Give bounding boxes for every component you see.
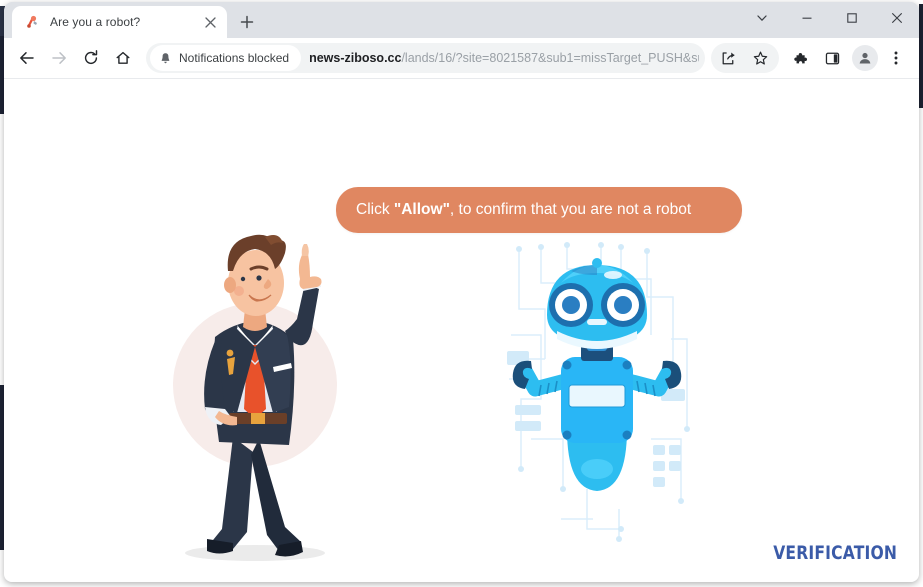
verification-wordmark: VERIFICATION [773,542,897,564]
share-icon[interactable] [713,43,743,73]
close-icon[interactable] [201,13,219,31]
back-icon[interactable] [12,43,42,73]
website-favicon [24,14,40,30]
maximize-icon[interactable] [829,2,874,34]
speech-bubble-body: Click "Allow", to confirm that you are n… [336,187,742,234]
share-bookmark-group [711,43,779,73]
extensions-puzzle-icon[interactable] [785,43,815,73]
notifications-blocked-label: Notifications blocked [179,51,290,65]
tab-search-chevron-down-icon[interactable] [739,2,784,34]
browser-tab[interactable]: Are you a robot? [12,6,227,38]
browser-toolbar: Notifications blocked news-ziboso.cc/lan… [4,38,919,79]
url-host: news-ziboso.cc [309,51,402,65]
bubble-text-prefix: Click [356,201,394,218]
minimize-icon[interactable] [784,2,829,34]
bubble-text-suffix: , to confirm that you are not a robot [449,201,692,218]
close-window-icon[interactable] [874,2,919,34]
side-panel-icon[interactable] [817,43,847,73]
address-bar[interactable]: Notifications blocked news-ziboso.cc/lan… [146,43,705,73]
tab-title: Are you a robot? [50,15,141,29]
page-content: Click "Allow", to confirm that you are n… [4,79,919,582]
new-tab-button[interactable] [233,8,261,36]
url-text[interactable]: news-ziboso.cc/lands/16/?site=8021587&su… [309,51,699,65]
chrome-menu-icon[interactable] [881,43,911,73]
tab-strip: Are you a robot? [4,2,919,38]
background-window-sliver-right [919,4,923,108]
profile-avatar[interactable] [852,45,878,71]
home-icon[interactable] [108,43,138,73]
notifications-blocked-chip[interactable]: Notifications blocked [150,45,302,71]
browser-window: Are you a robot? Notifications blocked n… [4,2,919,582]
window-controls [739,2,919,34]
bubble-text-emphasis: "Allow" [393,201,450,218]
bell-icon [159,52,172,65]
robot-illustration [501,239,691,569]
toolbar-right-actions [711,43,913,73]
bookmark-star-icon[interactable] [745,43,775,73]
forward-icon[interactable] [44,43,74,73]
speech-bubble: Click "Allow", to confirm that you are n… [336,187,742,234]
reload-icon[interactable] [76,43,106,73]
businessman-illustration [167,227,342,572]
url-path: /lands/16/?site=8021587&sub1=missTarget_… [401,51,699,65]
